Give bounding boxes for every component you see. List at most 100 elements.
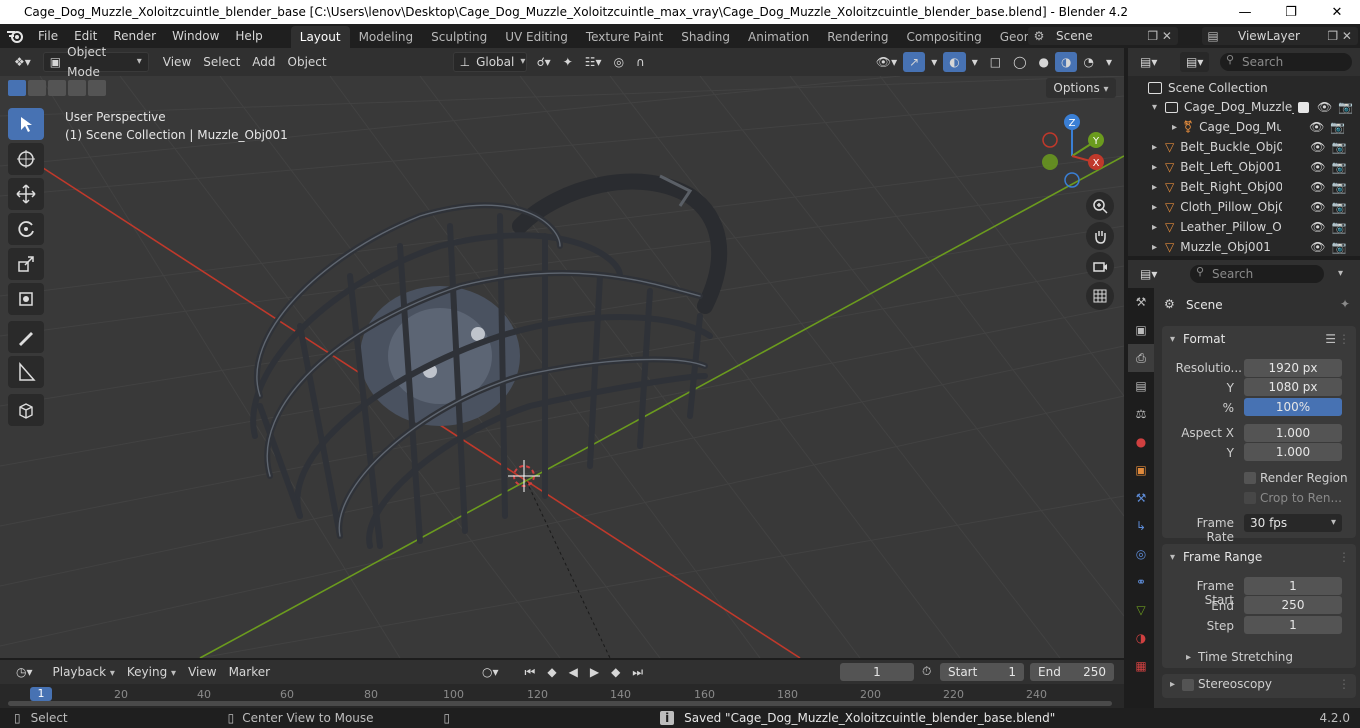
navigation-gizmo[interactable]: Z Y X — [1030, 110, 1120, 200]
camera-icon[interactable]: 📷 — [1330, 120, 1345, 134]
next-keyframe-icon[interactable]: ◆ — [605, 662, 626, 682]
menu-object[interactable]: Object — [282, 52, 333, 72]
timeline-editor-icon[interactable]: ◷▾ — [10, 662, 39, 682]
data-tab-icon[interactable]: ▽ — [1128, 596, 1154, 624]
tab-layout[interactable]: Layout — [290, 26, 350, 48]
drag-handle-icon[interactable]: ⋮ — [1338, 550, 1350, 564]
eye-icon[interactable]: 👁 — [1309, 120, 1324, 134]
solid-shading-icon[interactable]: ● — [1033, 52, 1055, 72]
physics-tab-icon[interactable]: ◎ — [1128, 540, 1154, 568]
falloff-icon[interactable]: ∩ — [630, 52, 651, 72]
resolution-y-field[interactable]: 1080 px — [1244, 378, 1342, 396]
eye-icon[interactable]: 👁 — [1310, 180, 1325, 194]
texture-tab-icon[interactable]: ▦ — [1128, 652, 1154, 680]
expand-arrow-icon[interactable]: ▸ — [1170, 679, 1175, 690]
ortho-grid-icon[interactable] — [1086, 282, 1114, 310]
select-box-tool-icon[interactable] — [8, 108, 44, 140]
jump-start-icon[interactable]: ⏮ — [519, 662, 542, 682]
camera-icon[interactable]: 📷 — [1332, 200, 1347, 214]
menu-playback[interactable]: Playback ▾ — [47, 662, 121, 682]
expand-arrow-icon[interactable]: ▸ — [1152, 182, 1157, 193]
outliner-item-row[interactable]: ▸ ⚧ Cage_Dog_Muz 👁 📷 — [1128, 117, 1360, 137]
aspect-y-field[interactable]: 1.000 — [1244, 443, 1342, 461]
checkbox-icon[interactable] — [1298, 101, 1310, 113]
eye-icon[interactable]: 👁 — [1310, 240, 1325, 254]
eye-icon[interactable]: 👁 — [1310, 200, 1325, 214]
constraints-tab-icon[interactable]: ⚭ — [1128, 568, 1154, 596]
eye-icon[interactable]: 👁 — [1310, 140, 1325, 154]
expand-arrow-icon[interactable]: ▸ — [1152, 222, 1157, 233]
outliner-item-row[interactable]: ▸ ▽ Belt_Buckle_Obj001 👁 📷 — [1128, 137, 1360, 157]
frame-step-property[interactable]: 1 — [1244, 616, 1342, 634]
object-mode-dropdown[interactable]: ▣ Object Mode ▾ — [42, 45, 149, 79]
outliner-item-row[interactable]: ▸ ▽ Belt_Right_Obj001 👁 📷 — [1128, 177, 1360, 197]
playhead-marker[interactable]: 1 — [30, 687, 52, 701]
tab-animation[interactable]: Animation — [739, 26, 818, 48]
outliner-root-row[interactable]: Scene Collection — [1128, 78, 1360, 98]
eye-icon[interactable]: 👁 — [1317, 100, 1332, 114]
outliner-item-row[interactable]: ▸ ▽ Cloth_Pillow_Obj001 👁 📷 — [1128, 197, 1360, 217]
move-tool-icon[interactable] — [8, 178, 44, 210]
snap-icon[interactable]: ✦ — [557, 52, 579, 72]
scale-tool-icon[interactable] — [8, 248, 44, 280]
properties-search-input[interactable]: Search — [1190, 265, 1324, 283]
modifier-tab-icon[interactable]: ⚒ — [1128, 484, 1154, 512]
expand-arrow-icon[interactable]: ▸ — [1152, 162, 1157, 173]
drag-handle-icon[interactable]: ⋮ — [1338, 677, 1350, 691]
overlay-toggle-icon[interactable]: ◐ — [943, 52, 966, 72]
proportional-edit-icon[interactable]: ◎ — [608, 52, 630, 72]
material-tab-icon[interactable]: ◑ — [1128, 624, 1154, 652]
options-button[interactable]: Options ▾ — [1046, 78, 1116, 98]
expand-arrow-icon[interactable]: ▾ — [1152, 102, 1157, 113]
collapse-arrow-icon[interactable]: ▾ — [1170, 552, 1175, 563]
particles-tab-icon[interactable]: ↳ — [1128, 512, 1154, 540]
camera-icon[interactable]: 📷 — [1332, 240, 1347, 254]
expand-arrow-icon[interactable]: ▸ — [1152, 242, 1157, 253]
camera-icon[interactable]: 📷 — [1332, 180, 1347, 194]
collapse-arrow-icon[interactable]: ▾ — [1170, 334, 1175, 345]
maximize-button[interactable]: ❐ — [1268, 0, 1314, 24]
render-region-checkbox[interactable] — [1244, 472, 1256, 484]
outliner-item-row[interactable]: ▸ ▽ Leather_Pillow_Obj 👁 📷 — [1128, 217, 1360, 237]
xray-icon[interactable]: □ — [984, 52, 1007, 72]
menu-keying[interactable]: Keying ▾ — [121, 662, 182, 682]
select-subtract-icon[interactable] — [48, 80, 66, 96]
select-invert-icon[interactable] — [68, 80, 86, 96]
outliner-item-row[interactable]: ▸ ▽ Belt_Left_Obj001 👁 📷 — [1128, 157, 1360, 177]
cursor-tool-icon[interactable] — [8, 143, 44, 175]
material-shading-icon[interactable]: ◑ — [1055, 52, 1078, 72]
add-cube-tool-icon[interactable] — [8, 394, 44, 426]
timeline-ruler[interactable]: 1 20 40 60 80 100 120 140 160 180 200 22… — [0, 684, 1124, 708]
close-window-button[interactable]: ✕ — [1314, 0, 1360, 24]
shading-dropdown-icon[interactable]: ▾ — [1100, 52, 1118, 72]
camera-icon[interactable]: 📷 — [1338, 100, 1353, 114]
new-scene-icon[interactable]: ❐ ✕ — [1147, 29, 1178, 43]
tab-uv-editing[interactable]: UV Editing — [496, 26, 577, 48]
world-tab-icon[interactable]: ● — [1128, 428, 1154, 456]
gizmo-dropdown-icon[interactable]: ▾ — [925, 52, 943, 72]
frame-start-field[interactable]: Start 1 — [940, 663, 1024, 681]
tab-shading[interactable]: Shading — [672, 26, 739, 48]
expand-arrow-icon[interactable]: ▸ — [1152, 142, 1157, 153]
menu-marker[interactable]: Marker — [223, 662, 276, 682]
time-stretching-label[interactable]: Time Stretching — [1198, 650, 1293, 664]
scene-tab-icon[interactable]: ⚖ — [1128, 400, 1154, 428]
3d-viewport[interactable]: User Perspective (1) Scene Collection | … — [0, 76, 1124, 658]
expand-arrow-icon[interactable]: ▸ — [1186, 652, 1191, 663]
camera-icon[interactable]: 📷 — [1332, 160, 1347, 174]
outliner-item-row[interactable]: ▸ ▽ Muzzle_Obj001 👁 📷 — [1128, 237, 1360, 257]
minimize-button[interactable]: — — [1222, 0, 1268, 24]
rotate-tool-icon[interactable] — [8, 213, 44, 245]
tab-rendering[interactable]: Rendering — [818, 26, 897, 48]
render-tab-icon[interactable]: ▣ — [1128, 316, 1154, 344]
stopwatch-icon[interactable]: ⏱ — [922, 664, 931, 679]
rendered-shading-icon[interactable]: ◔ — [1077, 52, 1099, 72]
prev-keyframe-icon[interactable]: ◆ — [541, 662, 562, 682]
menu-file[interactable]: File — [30, 24, 66, 48]
drag-handle-icon[interactable]: ⋮ — [1338, 332, 1350, 346]
expand-arrow-icon[interactable]: ▸ — [1172, 122, 1177, 133]
outliner-editor-icon[interactable]: ▤▾ — [1134, 52, 1163, 72]
frame-rate-dropdown[interactable]: 30 fps ▾ — [1244, 514, 1342, 532]
outliner-item-row[interactable]: ▾ Cage_Dog_Muzzle_ 👁 📷 — [1128, 97, 1360, 117]
zoom-icon[interactable] — [1086, 192, 1114, 220]
